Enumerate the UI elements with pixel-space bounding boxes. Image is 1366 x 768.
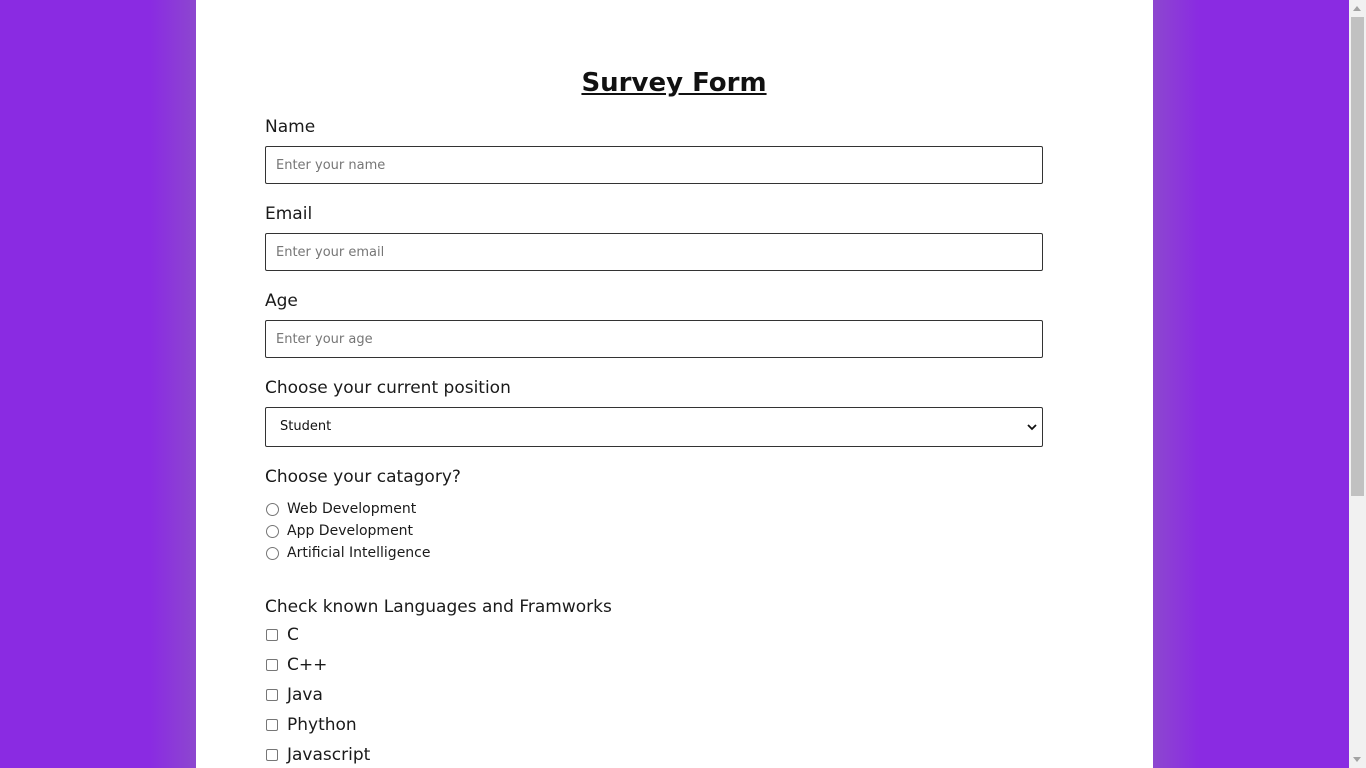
checkbox[interactable] — [266, 719, 278, 731]
language-option-python[interactable]: Phython — [265, 715, 357, 735]
email-input[interactable] — [265, 233, 1043, 271]
position-label: Choose your current position — [265, 378, 511, 398]
survey-card: Survey Form Name Email Age Choose your c… — [196, 0, 1153, 768]
position-selected-value: Student — [280, 419, 332, 434]
radio-button[interactable] — [266, 546, 279, 560]
page-background-left — [0, 0, 196, 768]
radio-button[interactable] — [266, 524, 279, 538]
scroll-up-arrow-icon[interactable] — [1353, 6, 1361, 11]
name-label: Name — [265, 117, 316, 137]
scrollbar-thumb[interactable] — [1351, 17, 1364, 496]
chevron-down-icon — [1027, 424, 1037, 431]
language-option-label: Java — [287, 685, 323, 705]
vertical-scrollbar[interactable] — [1349, 0, 1366, 768]
position-select[interactable]: Student — [265, 407, 1043, 447]
page-background-right — [1153, 0, 1349, 768]
language-option-label: C — [287, 625, 299, 645]
category-option-web-development[interactable]: Web Development — [265, 499, 416, 519]
scroll-down-arrow-icon[interactable] — [1353, 757, 1361, 762]
age-label: Age — [265, 291, 298, 311]
checkbox[interactable] — [266, 629, 278, 641]
category-label: Choose your catagory? — [265, 467, 461, 487]
checkbox[interactable] — [266, 689, 278, 701]
language-option-label: C++ — [287, 655, 328, 675]
page-title: Survey Form — [581, 68, 767, 98]
checkbox[interactable] — [266, 749, 278, 761]
languages-label: Check known Languages and Framworks — [265, 597, 612, 617]
name-input[interactable] — [265, 146, 1043, 184]
category-option-label: Web Development — [287, 501, 417, 517]
category-option-app-development[interactable]: App Development — [265, 521, 413, 541]
language-option-label: Phython — [287, 715, 357, 735]
language-option-cpp[interactable]: C++ — [265, 655, 327, 675]
checkbox[interactable] — [266, 659, 278, 671]
age-input[interactable] — [265, 320, 1043, 358]
email-label: Email — [265, 204, 313, 224]
category-option-label: App Development — [287, 523, 414, 539]
language-option-javascript[interactable]: Javascript — [265, 745, 370, 765]
language-option-c[interactable]: C — [265, 625, 299, 645]
language-option-label: Javascript — [287, 745, 371, 765]
category-option-label: Artificial Intelligence — [287, 545, 431, 561]
category-option-artificial-intelligence[interactable]: Artificial Intelligence — [265, 543, 431, 563]
language-option-java[interactable]: Java — [265, 685, 323, 705]
radio-button[interactable] — [266, 502, 279, 516]
